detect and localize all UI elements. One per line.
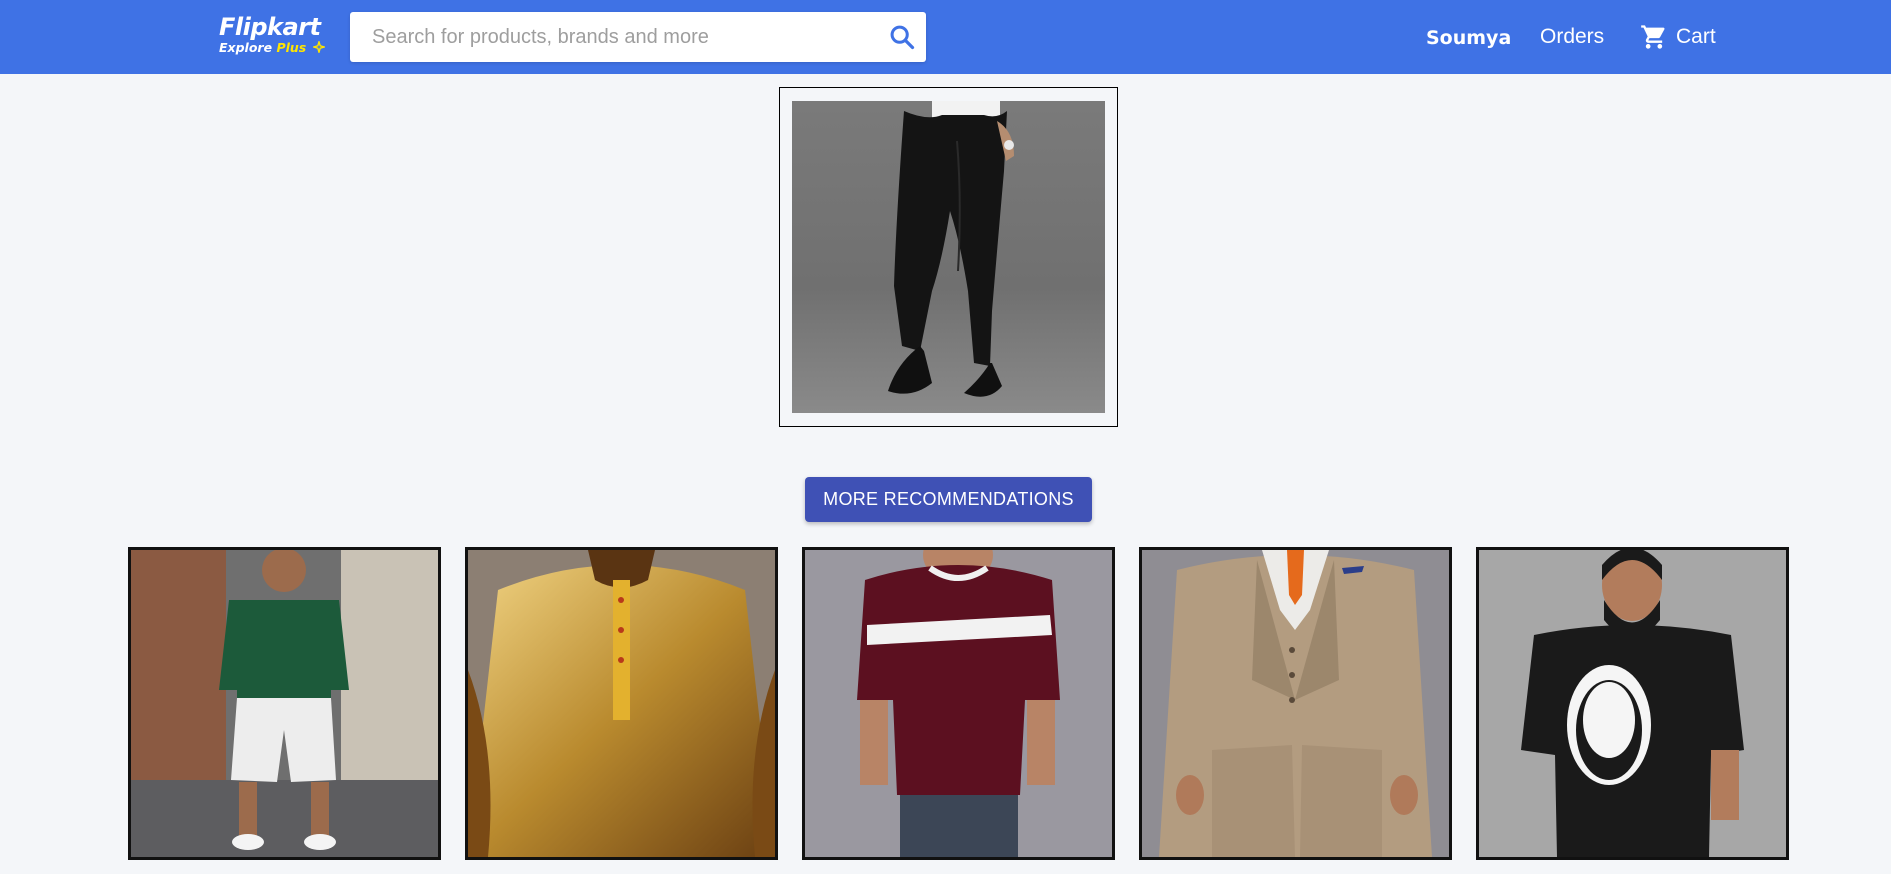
user-menu[interactable]: Soumya bbox=[1426, 24, 1511, 52]
top-navbar: Flipkart Explore Plus Soumya Orders Cart bbox=[0, 0, 1891, 74]
recommendation-card-5[interactable] bbox=[1476, 547, 1789, 860]
search-input[interactable] bbox=[350, 12, 870, 62]
recommendation-image-1 bbox=[131, 550, 438, 857]
logo-wordmark: Flipkart bbox=[219, 13, 321, 41]
search-bar bbox=[350, 12, 926, 62]
product-image[interactable] bbox=[792, 101, 1105, 413]
recommendation-card-3[interactable] bbox=[802, 547, 1115, 860]
recommendation-card-2[interactable] bbox=[465, 547, 778, 860]
plus-star-icon bbox=[312, 41, 325, 53]
cart-label: Cart bbox=[1676, 25, 1716, 48]
recommendation-image-4 bbox=[1142, 550, 1449, 857]
orders-link[interactable]: Orders bbox=[1540, 24, 1604, 50]
cart-link[interactable]: Cart bbox=[1640, 22, 1716, 52]
flipkart-logo[interactable]: Flipkart Explore Plus bbox=[219, 12, 329, 62]
recommendation-image-2 bbox=[468, 550, 775, 857]
search-icon[interactable] bbox=[888, 23, 916, 51]
more-recommendations-button[interactable]: MORE RECOMMENDATIONS bbox=[805, 477, 1092, 522]
recommendation-image-5 bbox=[1479, 550, 1786, 857]
logo-tagline: Explore Plus bbox=[219, 41, 329, 55]
cart-icon bbox=[1641, 25, 1665, 49]
recommendation-card-1[interactable] bbox=[128, 547, 441, 860]
product-image-card bbox=[779, 87, 1118, 427]
logo-tagline-explore: Explore bbox=[219, 40, 273, 55]
logo-tagline-plus: Plus bbox=[276, 40, 307, 55]
recommendation-image-3 bbox=[805, 550, 1112, 857]
recommendation-card-4[interactable] bbox=[1139, 547, 1452, 860]
